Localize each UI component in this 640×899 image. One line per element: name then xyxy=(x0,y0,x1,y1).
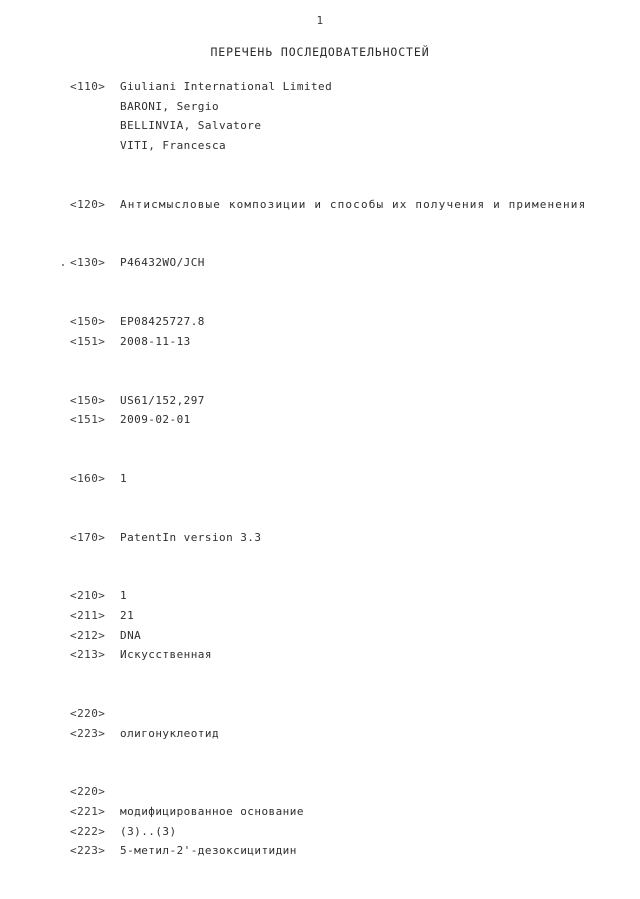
feature-2-header-line: <220> xyxy=(0,785,640,805)
feature-2-location-tag: <222> xyxy=(70,824,106,838)
sequence-listing-page: 1 ПЕРЕЧЕНЬ ПОСЛЕДОВАТЕЛЬНОСТЕЙ <110> Giu… xyxy=(0,0,640,899)
number-of-sequences-value: 1 xyxy=(120,471,128,485)
organism-value: Искусственная xyxy=(120,648,212,662)
length-value: 21 xyxy=(120,609,135,623)
priority-us-number-line: <150> US61/152,297 xyxy=(0,394,640,414)
feature-2-location-line: <222> (3)..(3) xyxy=(0,825,640,845)
inventor-value: VITI, Francesca xyxy=(120,138,227,152)
priority-ep-number-value: EP08425727.8 xyxy=(120,315,205,329)
inventor-value: BELLINVIA, Salvatore xyxy=(120,119,262,133)
applicant-value: Giuliani International Limited xyxy=(120,80,333,93)
file-reference-value: P46432WO/JCH xyxy=(120,256,205,270)
number-of-sequences-line: <160> 1 xyxy=(0,472,640,492)
invention-title-line: <120> Антисмысловые композиции и способы… xyxy=(0,198,640,218)
invention-title-value: Антисмысловые композиции и способы их по… xyxy=(120,197,587,211)
priority-ep-date-tag: <151> xyxy=(70,334,106,348)
priority-ep-date-value: 2008-11-13 xyxy=(120,334,191,348)
inventor-line: BARONI, Sergio xyxy=(0,100,640,120)
molecule-type-value: DNA xyxy=(120,628,142,642)
feature-1-other-info-tag: <223> xyxy=(70,726,106,740)
feature-2-key-line: <221> модифицированное основание xyxy=(0,805,640,825)
seq-id-tag: <210> xyxy=(70,589,106,603)
priority-ep-date-line: <151> 2008-11-13 xyxy=(0,335,640,355)
software-line: <170> PatentIn version 3.3 xyxy=(0,531,640,551)
organism-line: <213> Искусственная xyxy=(0,648,640,668)
priority-us-date-tag: <151> xyxy=(70,413,106,427)
feature-2-other-info-value: 5-метил-2'-дезоксицитидин xyxy=(120,844,297,858)
priority-ep-number-line: <150> EP08425727.8 xyxy=(0,315,640,335)
file-reference-line: <130> P46432WO/JCH xyxy=(0,256,640,276)
applicant-tag: <110> xyxy=(70,80,106,93)
priority-ep-number-tag: <150> xyxy=(70,315,106,329)
feature-1-tag: <220> xyxy=(70,707,106,720)
software-tag: <170> xyxy=(70,530,106,544)
priority-us-number-value: US61/152,297 xyxy=(120,393,205,407)
feature-2-location-value: (3)..(3) xyxy=(120,824,177,838)
priority-us-date-value: 2009-02-01 xyxy=(120,413,191,427)
organism-tag: <213> xyxy=(70,648,106,662)
length-line: <211> 21 xyxy=(0,609,640,629)
molecule-type-line: <212> DNA xyxy=(0,629,640,649)
feature-1-other-info-line: <223> олигонуклеотид xyxy=(0,727,640,747)
inventor-value: BARONI, Sergio xyxy=(120,99,220,113)
priority-us-date-line: <151> 2009-02-01 xyxy=(0,413,640,433)
feature-2-key-tag: <221> xyxy=(70,804,106,818)
seq-id-value: 1 xyxy=(120,589,128,603)
applicant-line: <110> Giuliani International Limited xyxy=(0,80,640,100)
length-tag: <211> xyxy=(70,609,106,623)
feature-2-key-value: модифицированное основание xyxy=(120,804,304,818)
feature-2-tag: <220> xyxy=(70,785,106,799)
invention-title-tag: <120> xyxy=(70,197,106,211)
software-value: PatentIn version 3.3 xyxy=(120,530,262,544)
seq-id-line: <210> 1 xyxy=(0,589,640,609)
feature-2-other-info-tag: <223> xyxy=(70,844,106,858)
number-of-sequences-tag: <160> xyxy=(70,471,106,485)
feature-1-other-info-value: олигонуклеотид xyxy=(120,726,220,740)
document-title: ПЕРЕЧЕНЬ ПОСЛЕДОВАТЕЛЬНОСТЕЙ xyxy=(210,45,430,59)
inventor-line: VITI, Francesca xyxy=(0,139,640,159)
inventor-line: BELLINVIA, Salvatore xyxy=(0,119,640,139)
priority-us-number-tag: <150> xyxy=(70,393,106,407)
file-reference-tag: <130> xyxy=(70,256,106,270)
page-number: 1 xyxy=(316,14,324,27)
feature-2-other-info-line: <223> 5-метил-2'-дезоксицитидин xyxy=(0,844,640,864)
feature-1-header-line: <220> xyxy=(0,707,640,727)
scan-speck xyxy=(62,264,64,267)
sequence-listing-body: <110> Giuliani International Limited BAR… xyxy=(0,80,640,899)
molecule-type-tag: <212> xyxy=(70,628,106,642)
